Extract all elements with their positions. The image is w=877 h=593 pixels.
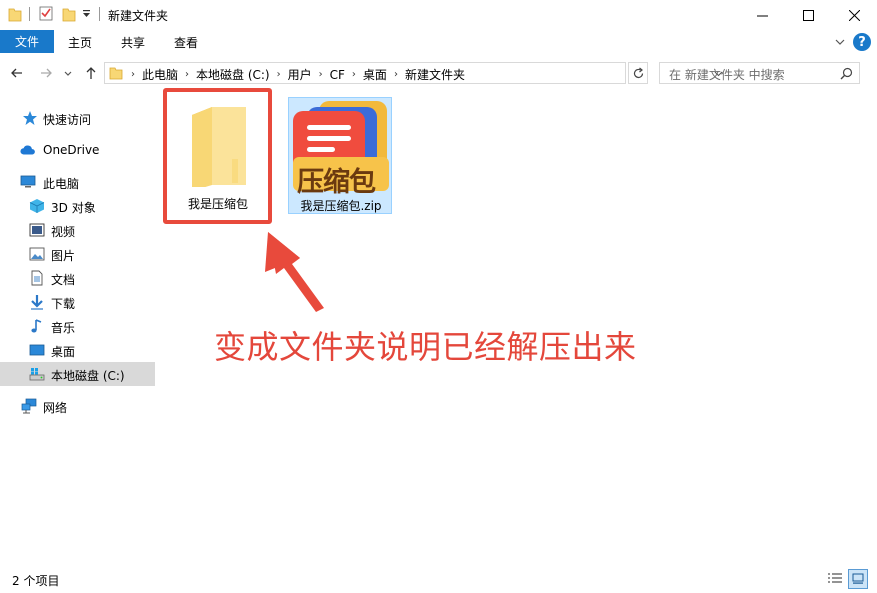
file-item-zip[interactable]: 压缩包 我是压缩包.zip bbox=[288, 97, 392, 214]
drive-icon bbox=[29, 368, 45, 381]
sidebar-item-label: 快速访问 bbox=[43, 113, 92, 127]
scrollbar[interactable] bbox=[863, 89, 877, 566]
search-placeholder: 在 新建文件夹 中搜索 bbox=[669, 68, 785, 82]
sidebar-item-label: 视频 bbox=[51, 225, 76, 239]
maximize-icon bbox=[802, 9, 814, 21]
status-bar: 2 个项目 bbox=[0, 566, 877, 593]
download-icon bbox=[31, 295, 43, 310]
refresh-icon bbox=[633, 67, 644, 79]
up-arrow-icon[interactable] bbox=[83, 65, 99, 81]
minimize-icon bbox=[756, 15, 768, 16]
search-icon[interactable] bbox=[840, 67, 853, 80]
sidebar-item-label: 本地磁盘 (C:) bbox=[51, 369, 125, 383]
address-row: › 此电脑 › 本地磁盘 (C:) › 用户 › CF › 桌面 › 新建文件夹… bbox=[0, 57, 877, 89]
computer-icon bbox=[20, 175, 36, 188]
sidebar-item-pictures[interactable]: 图片 bbox=[0, 242, 155, 266]
search-input[interactable]: 在 新建文件夹 中搜索 bbox=[659, 62, 860, 84]
breadcrumb-cf[interactable]: CF bbox=[330, 68, 345, 82]
new-folder-icon[interactable] bbox=[62, 6, 76, 22]
sidebar-item-label: 3D 对象 bbox=[51, 201, 96, 215]
tab-home[interactable]: 主页 bbox=[68, 34, 92, 51]
sidebar-item-quick-access[interactable]: 快速访问 bbox=[0, 106, 155, 130]
video-icon bbox=[29, 223, 45, 237]
window-title: 新建文件夹 bbox=[108, 9, 169, 23]
sidebar-item-downloads[interactable]: 下载 bbox=[0, 290, 155, 314]
breadcrumb-new-folder[interactable]: 新建文件夹 bbox=[405, 66, 465, 83]
details-view-icon[interactable] bbox=[827, 571, 843, 587]
sidebar-item-network[interactable]: 网络 bbox=[0, 394, 155, 418]
breadcrumb-separator[interactable]: › bbox=[185, 69, 189, 80]
music-icon bbox=[31, 319, 42, 333]
breadcrumb-local-disk[interactable]: 本地磁盘 (C:) bbox=[196, 66, 270, 83]
sidebar-item-label: 图片 bbox=[51, 249, 76, 263]
navigation-pane: 快速访问 OneDrive 此电脑 3D 对象 视频 图片 文档 下载 音乐 桌… bbox=[0, 89, 155, 566]
tab-view[interactable]: 查看 bbox=[174, 34, 198, 51]
close-button[interactable] bbox=[831, 0, 877, 30]
customize-toolbar-icon[interactable] bbox=[82, 9, 91, 19]
network-icon bbox=[21, 398, 37, 414]
sidebar-item-videos[interactable]: 视频 bbox=[0, 218, 155, 242]
maximize-button[interactable] bbox=[785, 0, 831, 30]
ribbon-tabs: 文件 主页 共享 查看 ? bbox=[0, 30, 877, 54]
sidebar-item-this-pc[interactable]: 此电脑 bbox=[0, 170, 155, 194]
sidebar-item-documents[interactable]: 文档 bbox=[0, 266, 155, 290]
minimize-button[interactable] bbox=[739, 0, 785, 30]
sidebar-item-label: 桌面 bbox=[51, 345, 76, 359]
sidebar-item-music[interactable]: 音乐 bbox=[0, 314, 155, 338]
sidebar-item-onedrive[interactable]: OneDrive bbox=[0, 138, 155, 162]
star-icon bbox=[23, 111, 37, 125]
toolbar-divider bbox=[99, 7, 100, 21]
back-arrow-icon[interactable] bbox=[9, 65, 25, 81]
sidebar-item-label: 文档 bbox=[51, 273, 76, 287]
document-icon bbox=[31, 270, 43, 286]
large-icons-view-icon bbox=[852, 573, 864, 584]
zip-icon-label: 压缩包 bbox=[297, 167, 376, 198]
folder-icon bbox=[109, 67, 123, 80]
address-bar[interactable]: › 此电脑 › 本地磁盘 (C:) › 用户 › CF › 桌面 › 新建文件夹 bbox=[104, 62, 723, 84]
forward-arrow-icon[interactable] bbox=[38, 65, 54, 81]
refresh-button[interactable] bbox=[628, 62, 648, 84]
title-bar: 新建文件夹 bbox=[0, 0, 877, 30]
breadcrumb-this-pc[interactable]: 此电脑 bbox=[142, 66, 178, 83]
breadcrumb-separator[interactable]: › bbox=[277, 69, 281, 80]
sidebar-item-label: 网络 bbox=[43, 401, 68, 415]
toolbar-divider bbox=[29, 7, 30, 21]
breadcrumb-separator[interactable]: › bbox=[394, 69, 398, 80]
sidebar-item-label: 此电脑 bbox=[43, 177, 80, 191]
cloud-icon bbox=[20, 145, 35, 155]
expand-ribbon-icon[interactable] bbox=[833, 35, 847, 49]
sidebar-item-label: 下载 bbox=[51, 297, 76, 311]
breadcrumb-users[interactable]: 用户 bbox=[288, 66, 312, 83]
picture-icon bbox=[29, 247, 45, 261]
annotation-arrow bbox=[265, 232, 324, 312]
sidebar-item-3d-objects[interactable]: 3D 对象 bbox=[0, 194, 155, 218]
recent-locations-icon[interactable] bbox=[63, 65, 73, 81]
item-count: 2 个项目 bbox=[12, 574, 60, 588]
breadcrumb: › 此电脑 › 本地磁盘 (C:) › 用户 › CF › 桌面 › 新建文件夹 bbox=[131, 66, 465, 83]
highlight-frame bbox=[163, 88, 272, 224]
sidebar-item-local-disk[interactable]: 本地磁盘 (C:) bbox=[0, 362, 155, 386]
breadcrumb-separator[interactable]: › bbox=[352, 69, 356, 80]
sidebar-item-label: 音乐 bbox=[51, 321, 76, 335]
sidebar-item-desktop[interactable]: 桌面 bbox=[0, 338, 155, 362]
large-icons-view-button[interactable] bbox=[848, 569, 868, 589]
tab-file[interactable]: 文件 bbox=[0, 30, 54, 53]
close-icon bbox=[848, 9, 860, 21]
sidebar-item-label: OneDrive bbox=[43, 143, 100, 157]
breadcrumb-separator: › bbox=[131, 69, 135, 80]
annotation-text: 变成文件夹说明已经解压出来 bbox=[214, 328, 637, 366]
tab-share[interactable]: 共享 bbox=[121, 34, 145, 51]
help-icon[interactable]: ? bbox=[853, 33, 871, 51]
breadcrumb-separator[interactable]: › bbox=[319, 69, 323, 80]
properties-icon[interactable] bbox=[39, 5, 53, 21]
desktop-icon bbox=[29, 344, 45, 356]
file-name: 我是压缩包.zip bbox=[300, 199, 382, 213]
breadcrumb-desktop[interactable]: 桌面 bbox=[363, 66, 387, 83]
folder-icon[interactable] bbox=[8, 6, 22, 22]
cube-icon bbox=[29, 199, 45, 213]
